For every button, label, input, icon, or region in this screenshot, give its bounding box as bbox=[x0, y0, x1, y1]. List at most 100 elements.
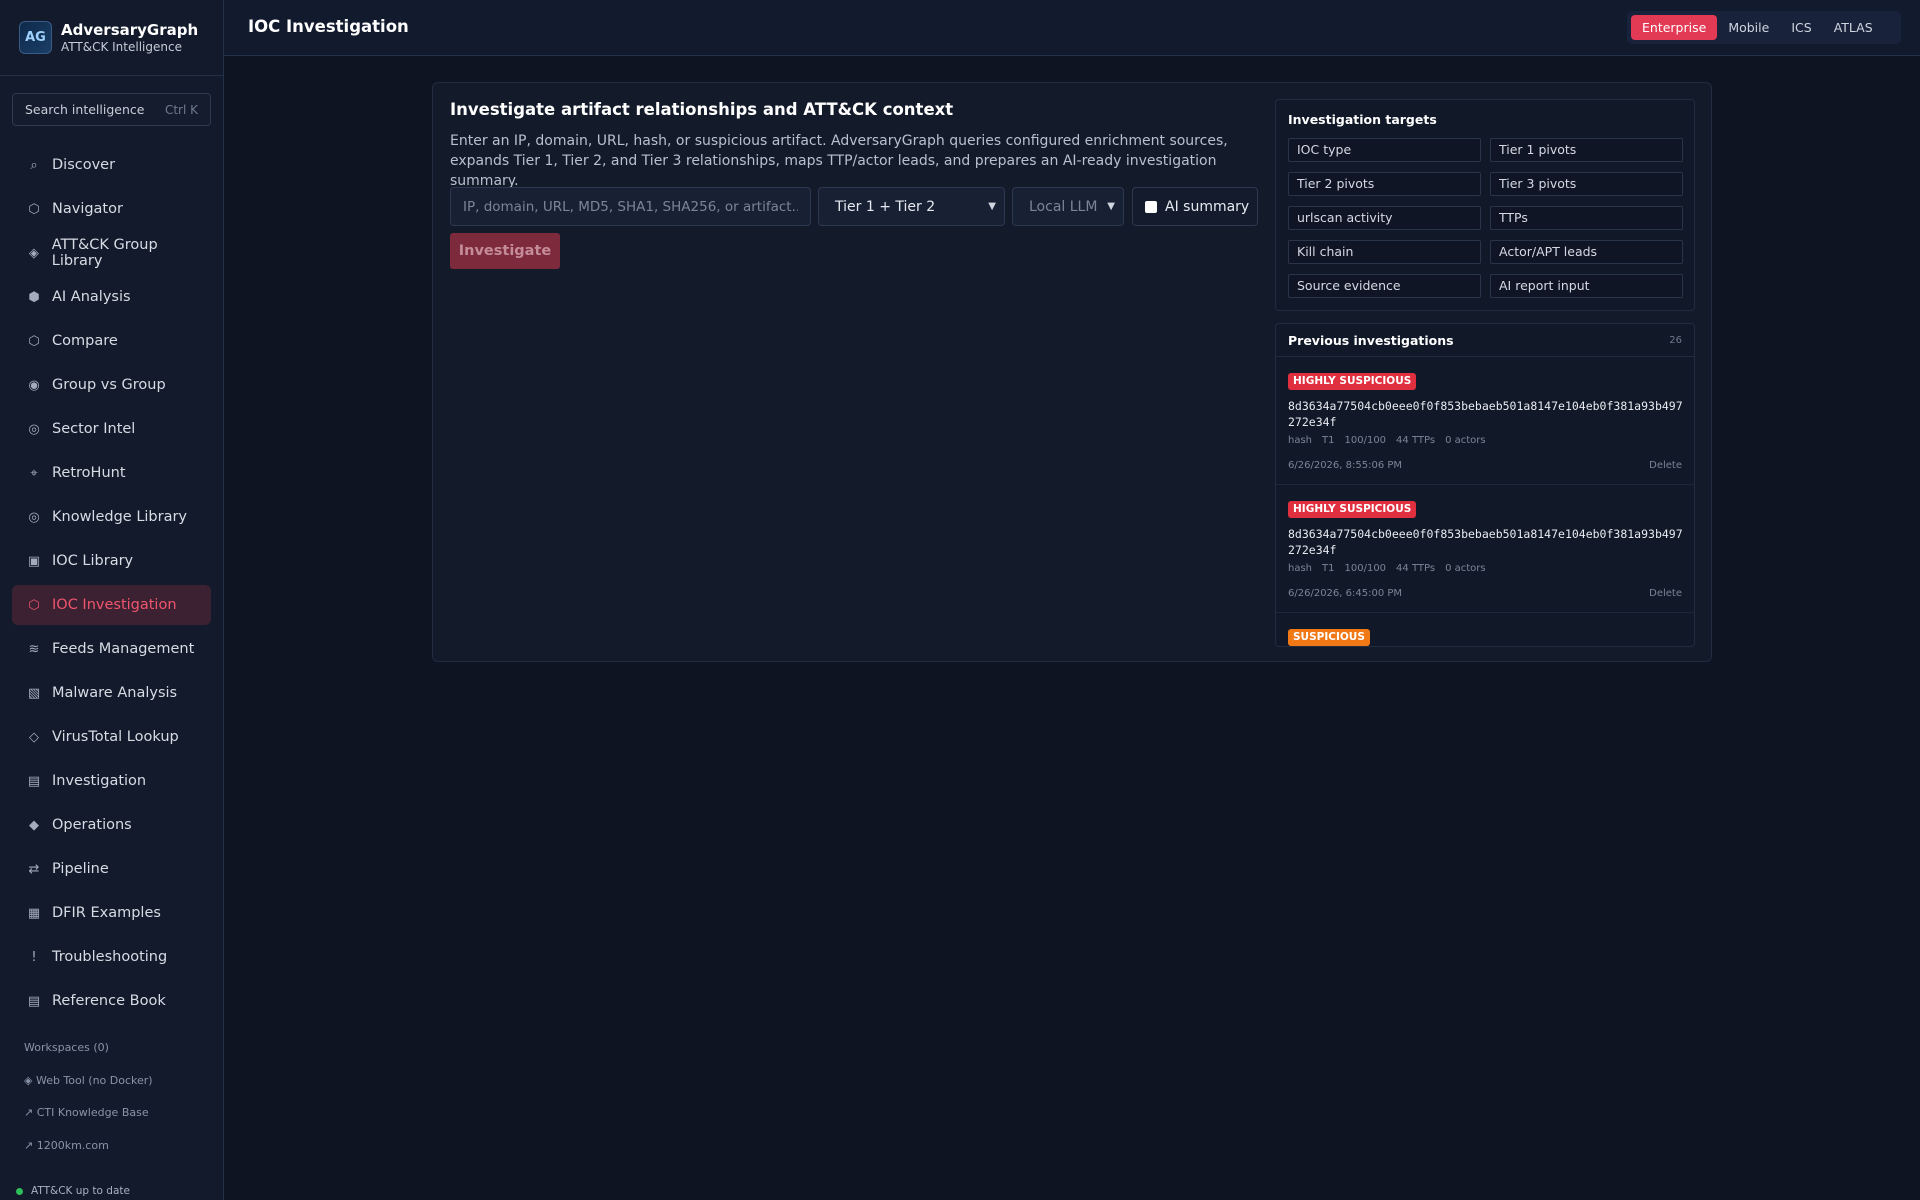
brand-subtitle: ATT&CK Intelligence bbox=[61, 39, 182, 54]
verdict-badge: HIGHLY SUSPICIOUS bbox=[1288, 373, 1417, 390]
sidebar-item-att-ck-group-library[interactable]: ◈ ATT&CK Group Library bbox=[12, 233, 211, 273]
sidebar-item-label: Sector Intel bbox=[52, 421, 136, 437]
timestamp: 6/26/2026, 8:55:06 PM bbox=[1288, 460, 1403, 471]
sidebar-item-ioc-investigation[interactable]: ⬡ IOC Investigation bbox=[12, 585, 211, 625]
list-icon: ▤ bbox=[27, 773, 41, 789]
targets-grid: IOC type Tier 1 pivots Tier 2 pivots Tier 3… bbox=[1288, 138, 1683, 298]
sidebar-item-label: IOC Library bbox=[52, 553, 134, 569]
sidebar-item-label: Navigator bbox=[52, 201, 123, 217]
sidebar-item-label: Feeds Management bbox=[52, 641, 195, 657]
investigation-item[interactable]: HIGHLY SUSPICIOUS 8d3634a77504cb0eee0f0f… bbox=[1276, 357, 1694, 485]
tab-atlas[interactable]: ATLAS bbox=[1823, 15, 1884, 40]
delete-button[interactable]: Delete bbox=[1649, 460, 1682, 471]
sidebar-item-operations[interactable]: ◆ Operations bbox=[12, 805, 211, 845]
ai-summary-label: AI summary bbox=[1165, 198, 1250, 215]
site-link[interactable]: ↗ 1200km.com bbox=[24, 1138, 153, 1171]
sidebar-item-reference-book[interactable]: ▤ Reference Book bbox=[12, 981, 211, 1021]
target-source-evidence: Source evidence bbox=[1288, 274, 1481, 298]
sidebar-item-label: Troubleshooting bbox=[52, 949, 168, 965]
sidebar-item-label: Operations bbox=[52, 817, 132, 833]
score: 100/100 bbox=[1344, 435, 1387, 446]
sidebar-item-ai-analysis[interactable]: ⬢ AI Analysis bbox=[12, 277, 211, 317]
investigation-meta: hash T1 100/100 44 TTPs 0 actors bbox=[1288, 563, 1682, 574]
sidebar-item-malware-analysis[interactable]: ▧ Malware Analysis bbox=[12, 673, 211, 713]
target-ttps: TTPs bbox=[1490, 206, 1683, 230]
sidebar-links: Workspaces (0) ◈ Web Tool (no Docker) ↗ … bbox=[24, 1040, 153, 1170]
bullseye-icon: ◎ bbox=[28, 421, 40, 437]
search-icon: ⌕ bbox=[30, 157, 38, 173]
bullseye-icon: ◎ bbox=[28, 509, 40, 525]
timestamp: 6/26/2026, 6:45:00 PM bbox=[1288, 588, 1403, 599]
status-dot-icon bbox=[16, 1187, 23, 1195]
sidebar-item-label: Reference Book bbox=[52, 993, 166, 1009]
target-tier-3-pivots: Tier 3 pivots bbox=[1490, 172, 1683, 196]
ai-summary-toggle[interactable]: AI summary bbox=[1132, 187, 1258, 226]
sidebar-item-virustotal-lookup[interactable]: ◇ VirusTotal Lookup bbox=[12, 717, 211, 757]
sidebar-item-retrohunt[interactable]: ⌖ RetroHunt bbox=[12, 453, 211, 493]
sidebar-item-sector-intel[interactable]: ◎ Sector Intel bbox=[12, 409, 211, 449]
sidebar-item-dfir-examples[interactable]: ▦ DFIR Examples bbox=[12, 893, 211, 933]
ioc-type: hash bbox=[1288, 435, 1313, 446]
investigation-item[interactable]: SUSPICIOUS bbox=[1276, 613, 1694, 646]
delete-button[interactable]: Delete bbox=[1649, 588, 1682, 599]
hexagon-filled-icon: ⬢ bbox=[28, 289, 40, 305]
sidebar-item-ioc-library[interactable]: ▣ IOC Library bbox=[12, 541, 211, 581]
investigation-meta: hash T1 100/100 44 TTPs 0 actors bbox=[1288, 435, 1682, 446]
sidebar-item-navigator[interactable]: ⬡ Navigator bbox=[12, 189, 211, 229]
brand-name: AdversaryGraph bbox=[61, 20, 199, 39]
cti-knowledge-base-link[interactable]: ↗ CTI Knowledge Base bbox=[24, 1105, 153, 1138]
search-shortcut: Ctrl K bbox=[164, 102, 198, 117]
target-ai-report-input: AI report input bbox=[1490, 274, 1683, 298]
sidebar-item-compare[interactable]: ⬡ Compare bbox=[12, 321, 211, 361]
sidebar-item-knowledge-library[interactable]: ◎ Knowledge Library bbox=[12, 497, 211, 537]
score: 100/100 bbox=[1344, 563, 1387, 574]
actor-count: 0 actors bbox=[1445, 435, 1486, 446]
brand[interactable]: AG AdversaryGraph ATT&CK Intelligence bbox=[0, 0, 223, 76]
chevron-down-icon: ▼ bbox=[988, 201, 996, 212]
tier-select-value: Tier 1 + Tier 2 bbox=[835, 198, 936, 215]
book-icon: ▤ bbox=[27, 993, 41, 1009]
matrix-tabs: Enterprise Mobile ICS ATLAS bbox=[1627, 11, 1901, 44]
sidebar-item-troubleshooting[interactable]: ! Troubleshooting bbox=[12, 937, 211, 977]
chevron-down-icon: ▼ bbox=[1107, 201, 1115, 212]
ttp-count: 44 TTPs bbox=[1396, 435, 1436, 446]
sidebar-item-investigation[interactable]: ▤ Investigation bbox=[12, 761, 211, 801]
investigation-card: Investigate artifact relationships and A… bbox=[432, 82, 1712, 662]
ioc-input[interactable] bbox=[450, 187, 811, 226]
square-icon: ▣ bbox=[27, 553, 41, 569]
search-input[interactable]: Search intelligence Ctrl K bbox=[12, 93, 211, 126]
sidebar-item-label: VirusTotal Lookup bbox=[52, 729, 179, 745]
target-ioc-type: IOC type bbox=[1288, 138, 1481, 162]
hexagon-icon: ⬡ bbox=[28, 597, 40, 613]
ioc-hash: 8d3634a77504cb0eee0f0f853bebaeb501a8147e… bbox=[1288, 399, 1683, 429]
investigate-button[interactable]: Investigate bbox=[450, 233, 560, 269]
sidebar-item-pipeline[interactable]: ⇄ Pipeline bbox=[12, 849, 211, 889]
ai-summary-checkbox[interactable] bbox=[1145, 200, 1157, 213]
ttp-count: 44 TTPs bbox=[1396, 563, 1436, 574]
alert-icon: ! bbox=[31, 949, 37, 965]
tab-enterprise[interactable]: Enterprise bbox=[1631, 15, 1718, 40]
sidebar-item-feeds-management[interactable]: ≋ Feeds Management bbox=[12, 629, 211, 669]
sidebar-item-group-vs-group[interactable]: ◉ Group vs Group bbox=[12, 365, 211, 405]
tier: T1 bbox=[1322, 435, 1335, 446]
tab-mobile[interactable]: Mobile bbox=[1717, 15, 1780, 40]
card-title: Investigate artifact relationships and A… bbox=[450, 100, 954, 119]
investigation-targets-panel: Investigation targets IOC type Tier 1 piv… bbox=[1275, 99, 1695, 311]
web-tool-link[interactable]: ◈ Web Tool (no Docker) bbox=[24, 1073, 153, 1106]
tier-select[interactable]: Tier 1 + Tier 2 ▼ bbox=[818, 187, 1005, 226]
workspaces-link[interactable]: Workspaces (0) bbox=[24, 1040, 153, 1073]
investigation-item[interactable]: HIGHLY SUSPICIOUS 8d3634a77504cb0eee0f0f… bbox=[1276, 485, 1694, 613]
sidebar-item-label: Knowledge Library bbox=[52, 509, 188, 525]
search-placeholder: Search intelligence bbox=[25, 102, 145, 117]
sidebar-item-label: Group vs Group bbox=[52, 377, 166, 393]
ioc-type: hash bbox=[1288, 563, 1313, 574]
top-header: IOC Investigation Enterprise Mobile ICS … bbox=[224, 0, 1920, 56]
previous-investigations-panel: Previous investigations 26 HIGHLY SUSPIC… bbox=[1275, 323, 1695, 647]
llm-select[interactable]: Local LLM ▼ bbox=[1012, 187, 1124, 226]
sidebar-item-label: Pipeline bbox=[52, 861, 109, 877]
investigation-footer: 6/26/2026, 6:45:00 PM Delete bbox=[1288, 588, 1682, 599]
target-kill-chain: Kill chain bbox=[1288, 240, 1481, 264]
sidebar-item-discover[interactable]: ⌕ Discover bbox=[12, 145, 211, 185]
tab-ics[interactable]: ICS bbox=[1780, 15, 1822, 40]
target-urlscan-activity: urlscan activity bbox=[1288, 206, 1481, 230]
